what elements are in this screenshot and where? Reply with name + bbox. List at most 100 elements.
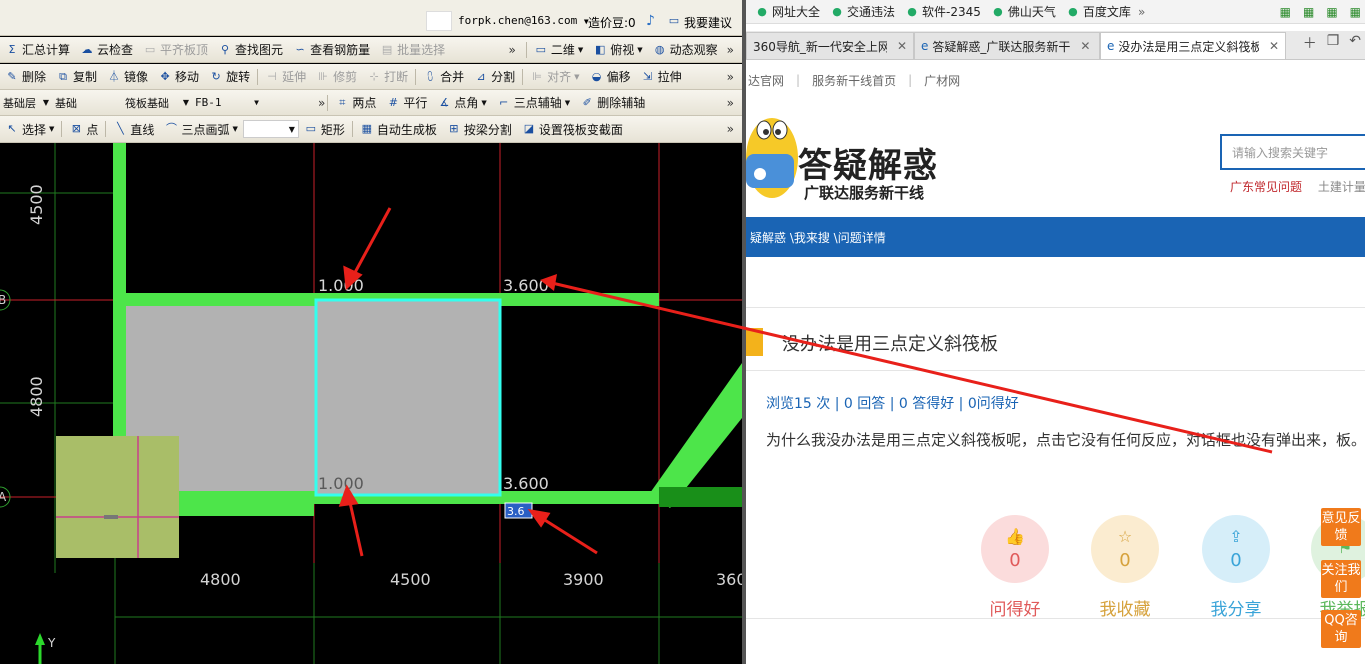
tool-label: 动态观察 xyxy=(669,43,718,57)
category-select[interactable]: 基础 xyxy=(52,94,122,112)
star-action[interactable]: ☆ 0 我收藏 xyxy=(1091,515,1159,620)
bookmark-overflow-icon[interactable]: » xyxy=(1138,5,1145,19)
tool-mirror[interactable]: ⏃ 镜像 xyxy=(102,64,153,89)
side-button[interactable]: QQ咨询 xyxy=(1321,610,1361,648)
tool-merge[interactable]: ⩇ 合并 xyxy=(418,64,469,89)
browser-tab[interactable]: 360导航_新一代安全上网导 ✕ xyxy=(746,32,914,59)
chevron-down-icon[interactable]: ▼ xyxy=(565,99,570,107)
arc-mode-select[interactable]: ▼ xyxy=(242,120,299,138)
chevron-down-icon[interactable]: ▼ xyxy=(481,99,486,107)
side-button[interactable]: 关注我们 xyxy=(1321,560,1361,598)
tool-cloud-check[interactable]: ☁ 云检查 xyxy=(75,37,138,62)
software-icon: ● xyxy=(907,4,917,18)
bookmark-item[interactable]: ● 网址大全 xyxy=(752,3,823,20)
action-circle[interactable]: 👍 0 xyxy=(981,515,1049,583)
column-block[interactable] xyxy=(56,436,179,558)
site-link[interactable]: 广材网 xyxy=(924,72,960,89)
tool-copy[interactable]: ⧉ 复制 xyxy=(51,64,102,89)
hot-link-civil[interactable]: 土建计量( xyxy=(1318,180,1365,194)
overflow-chevron-icon[interactable]: » xyxy=(727,43,742,57)
suggest-button[interactable]: ▭ 我要建议 xyxy=(667,14,732,31)
chevron-down-icon[interactable]: ▼ xyxy=(578,46,583,54)
restore-window-icon[interactable]: ❐ xyxy=(1327,33,1340,53)
overflow-chevron-icon[interactable]: » xyxy=(318,96,325,110)
tool-select[interactable]: ↖ 选择 ▼ xyxy=(0,116,59,142)
tool-split[interactable]: ⊿ 分割 xyxy=(469,64,520,89)
bell-icon[interactable]: ♪ xyxy=(646,13,655,29)
tool-align[interactable]: ⊫ 对齐 ▼ xyxy=(525,64,584,89)
tool-delete-axis[interactable]: ✐ 删除辅轴 xyxy=(575,90,650,115)
elevation-input-value[interactable]: 3.6 xyxy=(507,505,525,518)
tool-2d[interactable]: ▭ 二维 ▼ xyxy=(529,37,588,62)
tool-rotate[interactable]: ↻ 旋转 xyxy=(204,64,255,89)
bookmark-item[interactable]: ● 百度文库 xyxy=(1063,3,1134,20)
bookmark-item[interactable]: ● 软件-2345 xyxy=(902,3,984,20)
tool-line[interactable]: ╲ 直线 xyxy=(108,116,159,142)
close-tab-icon[interactable]: ✕ xyxy=(1080,39,1090,53)
search-input[interactable]: 请输入搜索关键字 xyxy=(1220,134,1365,170)
drawing-canvas[interactable]: B A 4500 4800 4800 4500 3900 360 1.000 3… xyxy=(0,143,742,664)
side-button[interactable]: 意见反馈 xyxy=(1321,508,1361,546)
reader-icon[interactable]: ▦ xyxy=(1303,5,1314,19)
browser-tab[interactable]: e 没办法是用三点定义斜筏板 ✕ xyxy=(1100,32,1286,59)
tool-parallel-axis[interactable]: # 平行 xyxy=(381,90,432,115)
selected-slab[interactable] xyxy=(314,298,502,497)
breadcrumb[interactable]: 疑解惑 \我来搜 \问题详情 xyxy=(746,217,1365,257)
close-tab-icon[interactable]: ✕ xyxy=(897,39,907,53)
tool-batch-select[interactable]: ▤ 批量选择 xyxy=(375,37,450,62)
extension-icon[interactable]: ▦ xyxy=(1350,5,1361,19)
tool-binoculars[interactable]: ⚲ 查找图元 xyxy=(213,37,288,62)
close-tab-icon[interactable]: ✕ xyxy=(1269,39,1279,53)
tool-trim[interactable]: ⊪ 修剪 xyxy=(311,64,362,89)
tool-sum[interactable]: Σ 汇总计算 xyxy=(0,37,75,62)
tool-rebar[interactable]: ∽ 查看钢筋量 xyxy=(288,37,375,62)
tool-auto-generate[interactable]: ▦ 自动生成板 xyxy=(355,116,442,142)
action-circle[interactable]: ☆ 0 xyxy=(1091,515,1159,583)
tool-offset[interactable]: ◒ 偏移 xyxy=(585,64,636,89)
browser-tab[interactable]: e 答疑解惑_广联达服务新干 ✕ xyxy=(914,32,1100,59)
tool-point-angle[interactable]: ∡ 点角 ▼ xyxy=(432,90,491,115)
binoculars-icon: ⚲ xyxy=(221,42,230,56)
overflow-chevron-icon[interactable]: » xyxy=(727,122,742,136)
bookmark-item[interactable]: ● 交通违法 xyxy=(827,3,898,20)
component-select[interactable]: FB-1 ▼ xyxy=(192,94,262,112)
overflow-chevron-icon[interactable]: » xyxy=(727,70,742,84)
tool-split-by-beam[interactable]: ⊞ 按梁分割 xyxy=(442,116,517,142)
tool-flush-slab[interactable]: ▭ 平齐板顶 xyxy=(138,37,213,62)
share-action[interactable]: ⇪ 0 我分享 xyxy=(1202,515,1270,620)
tool-orbit[interactable]: ◍ 动态观察 xyxy=(648,37,723,62)
rectangle-icon: ▭ xyxy=(305,122,317,135)
chevron-down-icon[interactable]: ▼ xyxy=(232,125,237,133)
tool-stretch[interactable]: ⇲ 拉伸 xyxy=(636,64,687,89)
tool-move[interactable]: ✥ 移动 xyxy=(153,64,204,89)
overflow-chevron-icon[interactable]: » xyxy=(508,43,523,57)
chevron-down-icon[interactable]: ▼ xyxy=(637,46,642,54)
chevron-down-icon[interactable]: ▼ xyxy=(49,125,54,133)
floor-select[interactable]: 基础层 ▼ xyxy=(0,94,52,112)
hot-link-guangdong[interactable]: 广东常见问题 xyxy=(1230,180,1302,194)
site-link[interactable]: 服务新干线首页 xyxy=(812,72,896,89)
new-tab-icon[interactable]: ＋ xyxy=(1303,33,1317,53)
tool-point[interactable]: ⊠ 点 xyxy=(64,116,103,142)
apps-icon[interactable]: ▦ xyxy=(1280,5,1291,19)
tool-slope-section[interactable]: ◪ 设置筏板变截面 xyxy=(517,116,628,142)
pdf-icon[interactable]: ▦ xyxy=(1326,5,1337,19)
orbit-icon: ◍ xyxy=(654,42,665,56)
tool-break[interactable]: ⊹ 打断 xyxy=(362,64,413,89)
tool-three-point-arc[interactable]: ⌒ 三点画弧 ▼ xyxy=(159,116,242,142)
tool-delete[interactable]: ✎ 删除 xyxy=(0,64,51,89)
tool-extend[interactable]: ⊣ 延伸 xyxy=(260,64,311,89)
site-link[interactable]: 达官网 xyxy=(748,72,784,89)
component-type-select[interactable]: 筏板基础 ▼ xyxy=(122,94,192,112)
tool-top-view[interactable]: ◧ 俯视 ▼ xyxy=(588,37,647,62)
tool-rectangle[interactable]: ▭ 矩形 xyxy=(299,116,350,142)
action-circle[interactable]: ⇪ 0 xyxy=(1202,515,1270,583)
account-dropdown[interactable]: forpk.chen@163.com ▼ xyxy=(458,14,589,27)
chevron-down-icon[interactable]: ▼ xyxy=(574,73,579,81)
tool-three-point-axis[interactable]: ⌐ 三点辅轴 ▼ xyxy=(492,90,575,115)
bookmark-item[interactable]: ● 佛山天气 xyxy=(988,3,1059,20)
overflow-chevron-icon[interactable]: » xyxy=(727,96,742,110)
thumbs-up-action[interactable]: 👍 0 问得好 xyxy=(981,515,1049,620)
undo-close-icon[interactable]: ↶ xyxy=(1349,33,1361,53)
tool-two-point-axis[interactable]: ⌗ 两点 xyxy=(330,90,381,115)
